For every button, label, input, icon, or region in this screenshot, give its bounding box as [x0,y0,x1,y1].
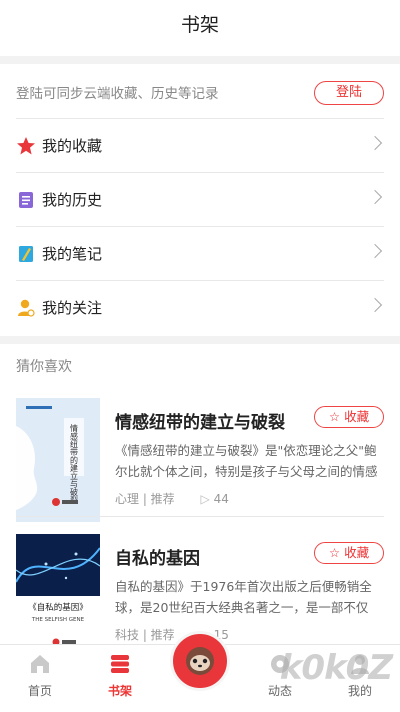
menu-label: 我的关注 [42,299,103,317]
chevron-right-icon [367,189,383,205]
book-title: 情感纽带的建立与破裂 [115,413,285,433]
history-icon [19,192,33,208]
tab-bookshelf[interactable]: 书架 [90,653,150,699]
cover-title: 情感纽带的建立与破裂 [70,423,79,505]
center-action-button[interactable] [170,631,230,691]
tab-home[interactable]: 首页 [10,653,70,699]
menu-label: 我的笔记 [42,245,103,263]
chevron-right-icon [367,243,383,259]
book-item[interactable]: 情感纽带的建立与破裂 情感纽带的建立与破裂 ☆ 收藏 《情感纽带的建立与破裂》是… [0,398,400,522]
notes-icon [19,246,33,262]
account-card: 登陆可同步云端收藏、历史等记录 登陆 我的收藏 我的历史 我的笔记 我的关注 [0,64,400,336]
cover-title: 《自私的基因》 [28,602,88,613]
section-title: 猜你喜欢 [16,359,72,375]
star-outline-icon: ☆ [328,545,341,560]
login-hint: 登陆可同步云端收藏、历史等记录 [16,86,219,102]
menu-item-favorites[interactable]: 我的收藏 [16,118,384,173]
book-description: 自私的基因》于1976年首次出版之后便畅销全球，是20世纪百大经典名著之一，是一… [115,579,372,615]
top-bar: 书架 [0,0,400,56]
recommend-card: 猜你喜欢 情感纽带的建立与破裂 情感纽带的建立与破裂 ☆ 收藏 《情感纽带的建立… [0,344,400,658]
book-description: 《情感纽带的建立与破裂》是"依恋理论之父"鲍尔比就个体之间，特别是孩子与父母之间… [115,443,378,479]
book-cover[interactable]: 《自私的基因》 THE SELFISH GENE [16,534,100,658]
favorite-label: 收藏 [344,545,370,560]
book-category: 科技 | 推荐 [115,628,175,642]
book-category: 心理 | 推荐 [115,492,175,506]
home-icon [31,655,49,673]
page-title: 书架 [180,14,219,36]
follow-icon [18,299,35,317]
cover-subtitle: THE SELFISH GENE [31,617,85,623]
book-cover[interactable]: 情感纽带的建立与破裂 [16,398,100,522]
favorite-label: 收藏 [344,409,370,424]
menu-item-follow[interactable]: 我的关注 [16,280,384,335]
star-icon [17,137,35,155]
login-row: 登陆可同步云端收藏、历史等记录 登陆 [16,64,384,118]
sloth-logo-icon [186,647,214,675]
login-button[interactable]: 登陆 [314,81,384,105]
star-outline-icon: ☆ [328,409,341,424]
book-title: 自私的基因 [115,549,200,569]
favorite-button[interactable]: ☆ 收藏 [314,542,384,564]
play-icon: ▷ [200,492,210,506]
watermark: k0k0Z [279,648,393,688]
menu-label: 我的历史 [42,191,103,209]
bookshelf-icon [111,655,129,673]
tab-label: 书架 [107,684,132,698]
menu-item-notes[interactable]: 我的笔记 [16,226,384,281]
divider [16,516,384,517]
chevron-right-icon [367,297,383,313]
count-value: 44 [213,492,229,506]
tab-label: 首页 [27,684,52,698]
menu-item-history[interactable]: 我的历史 [16,172,384,227]
menu-label: 我的收藏 [42,137,103,155]
read-count: ▷ 44 [201,492,229,506]
favorite-button[interactable]: ☆ 收藏 [314,406,384,428]
chevron-right-icon [367,135,383,151]
book-meta: 心理 | 推荐 ▷ 44 [115,490,229,507]
